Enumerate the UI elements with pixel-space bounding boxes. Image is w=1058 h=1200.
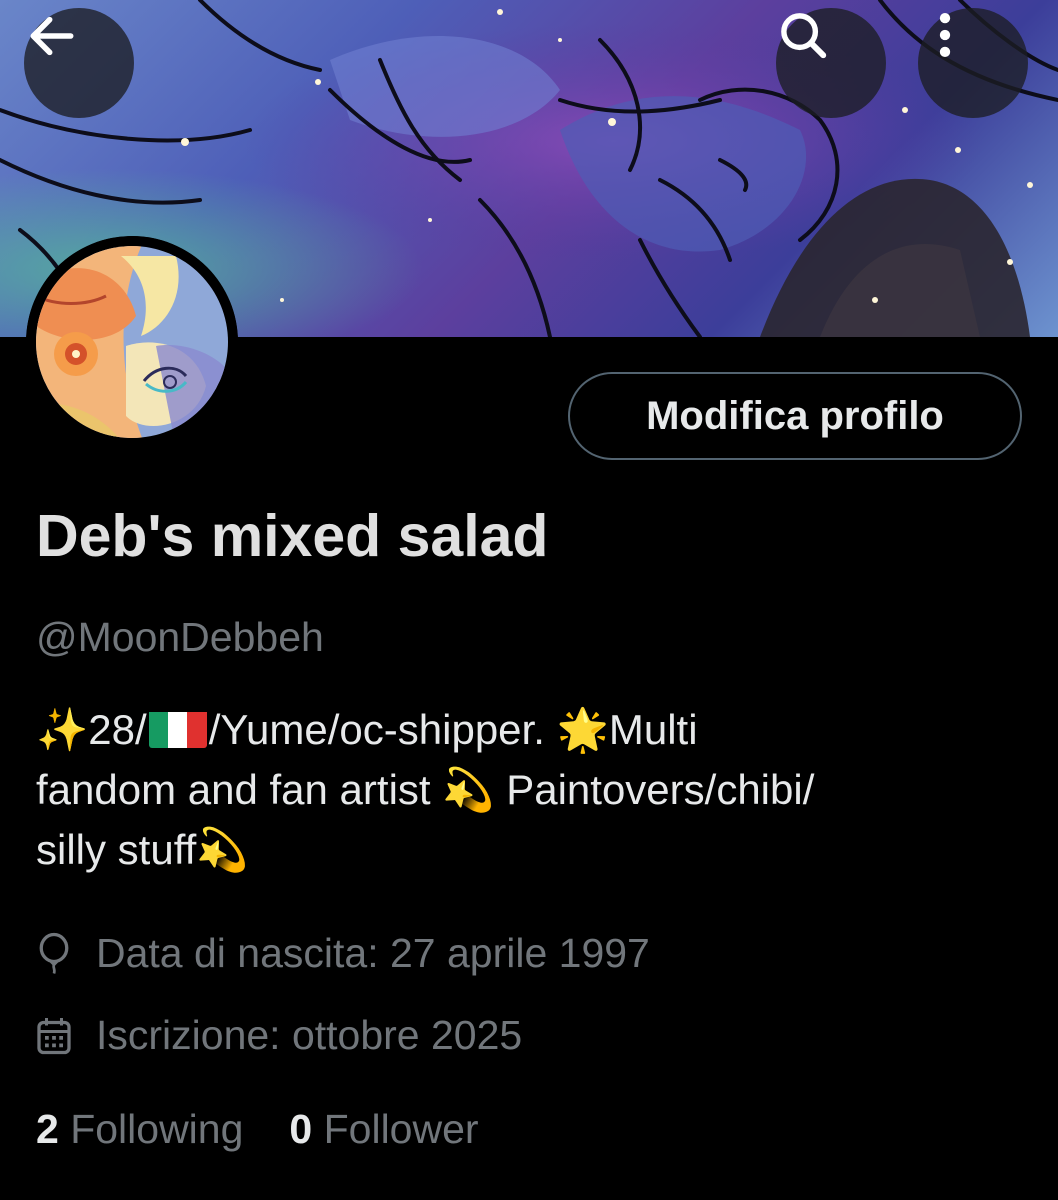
more-options-button[interactable] xyxy=(918,8,1028,118)
display-name: Deb's mixed salad xyxy=(36,503,549,569)
dizzy-emoji: 💫 xyxy=(196,825,249,874)
follow-stats: 2 Following 0 Follower xyxy=(36,1106,525,1153)
following-link[interactable]: 2 Following xyxy=(36,1106,243,1153)
dizzy-emoji: 💫 xyxy=(442,765,495,814)
sparkles-emoji: ✨ xyxy=(36,705,89,754)
glowing-star-emoji: 🌟 xyxy=(556,705,609,754)
bio-text: Paintovers/chibi/ xyxy=(494,766,815,813)
join-date-row: Iscrizione: ottobre 2025 xyxy=(36,1012,522,1059)
back-button[interactable] xyxy=(24,8,134,118)
bio-text: Multi xyxy=(608,706,698,753)
avatar[interactable] xyxy=(26,236,238,448)
search-icon xyxy=(781,13,827,59)
arrow-left-icon xyxy=(30,16,74,56)
bio-line-2: fandom and fan artist 💫 Paintovers/chibi… xyxy=(36,760,1026,820)
following-count: 2 xyxy=(36,1106,59,1152)
balloon-icon xyxy=(39,932,69,974)
follower-label: Follower xyxy=(312,1106,479,1152)
bio-text: 28/ xyxy=(88,706,147,753)
bio-line-1: ✨28/ /Yume/oc-shipper. 🌟Multi xyxy=(36,700,1026,760)
bio-text: silly stuff xyxy=(36,826,197,873)
avatar-artwork xyxy=(26,236,238,448)
edit-profile-button[interactable]: Modifica profilo xyxy=(568,372,1022,460)
birth-date-row: Data di nascita: 27 aprile 1997 xyxy=(36,930,650,977)
more-vertical-icon xyxy=(939,12,951,58)
calendar-icon xyxy=(37,1017,71,1054)
bio-line-3: silly stuff💫 xyxy=(36,820,1026,880)
username-handle: @MoonDebbeh xyxy=(36,614,324,660)
italy-flag-emoji xyxy=(148,708,207,748)
search-button[interactable] xyxy=(776,8,886,118)
join-date-text: Iscrizione: ottobre 2025 xyxy=(96,1012,523,1058)
profile-bio: ✨28/ /Yume/oc-shipper. 🌟Multi fandom and … xyxy=(36,700,1026,880)
birth-date-text: Data di nascita: 27 aprile 1997 xyxy=(96,930,650,976)
follower-count: 0 xyxy=(289,1106,313,1152)
bio-text: /Yume/oc-shipper. xyxy=(208,706,557,753)
bio-text: fandom and fan artist xyxy=(36,766,443,813)
followers-link[interactable]: 0 Follower xyxy=(289,1106,478,1153)
following-label: Following xyxy=(58,1106,244,1152)
